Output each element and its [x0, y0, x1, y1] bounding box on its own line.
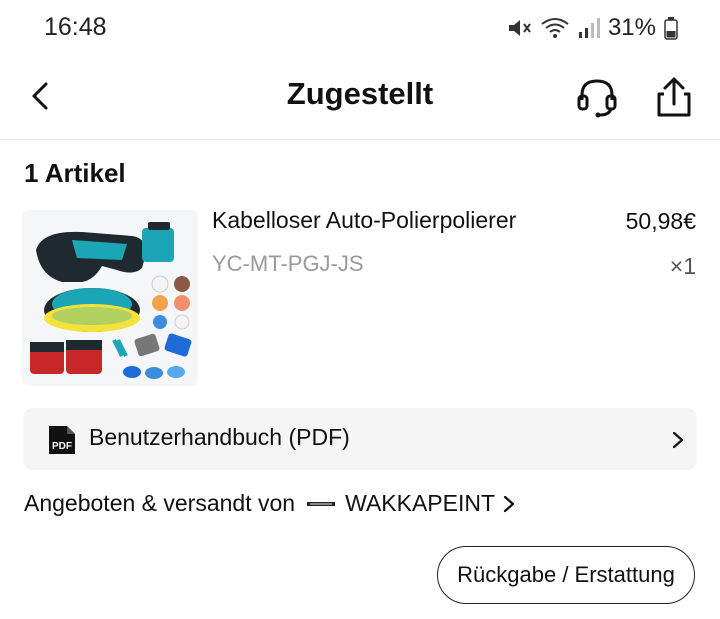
chevron-right-icon — [672, 431, 684, 449]
status-icons: 31% — [506, 14, 678, 42]
app-header: Zugestellt — [0, 56, 720, 140]
signal-icon — [578, 18, 600, 38]
status-bar: 16:48 31% — [0, 0, 720, 56]
chevron-right-icon — [503, 495, 515, 512]
mute-icon — [508, 20, 531, 36]
status-time: 16:48 — [44, 13, 107, 41]
seller-logo-icon — [307, 501, 336, 506]
user-manual-row[interactable]: PDF Benutzerhandbuch (PDF) — [23, 408, 697, 470]
product-name[interactable]: Kabelloser Auto-Polierpolierer — [212, 207, 516, 234]
headset-icon[interactable] — [574, 74, 620, 120]
items-count: 1 Artikel — [24, 158, 126, 188]
pdf-file-icon: PDF — [49, 426, 75, 454]
pdf-icon-text: PDF — [52, 441, 72, 452]
user-manual-label: Benutzerhandbuch (PDF) — [89, 424, 350, 450]
seller-prefix: Angeboten & versandt von — [24, 490, 296, 516]
battery-percent: 31% — [607, 14, 656, 41]
seller-name[interactable]: WAKKAPEINT — [345, 490, 495, 517]
return-refund-button[interactable]: Rückgabe / Erstattung — [437, 546, 695, 604]
product-sku: YC-MT-PGJ-JS — [212, 251, 364, 276]
seller-line[interactable]: Angeboten & versandt von WAKKAPEINT — [24, 490, 515, 517]
wifi-icon — [541, 18, 569, 38]
product-quantity: ×1 — [669, 253, 696, 279]
battery-icon — [664, 17, 678, 40]
product-image[interactable] — [22, 210, 198, 386]
product-price: 50,98€ — [625, 208, 696, 234]
share-icon[interactable] — [652, 74, 696, 120]
